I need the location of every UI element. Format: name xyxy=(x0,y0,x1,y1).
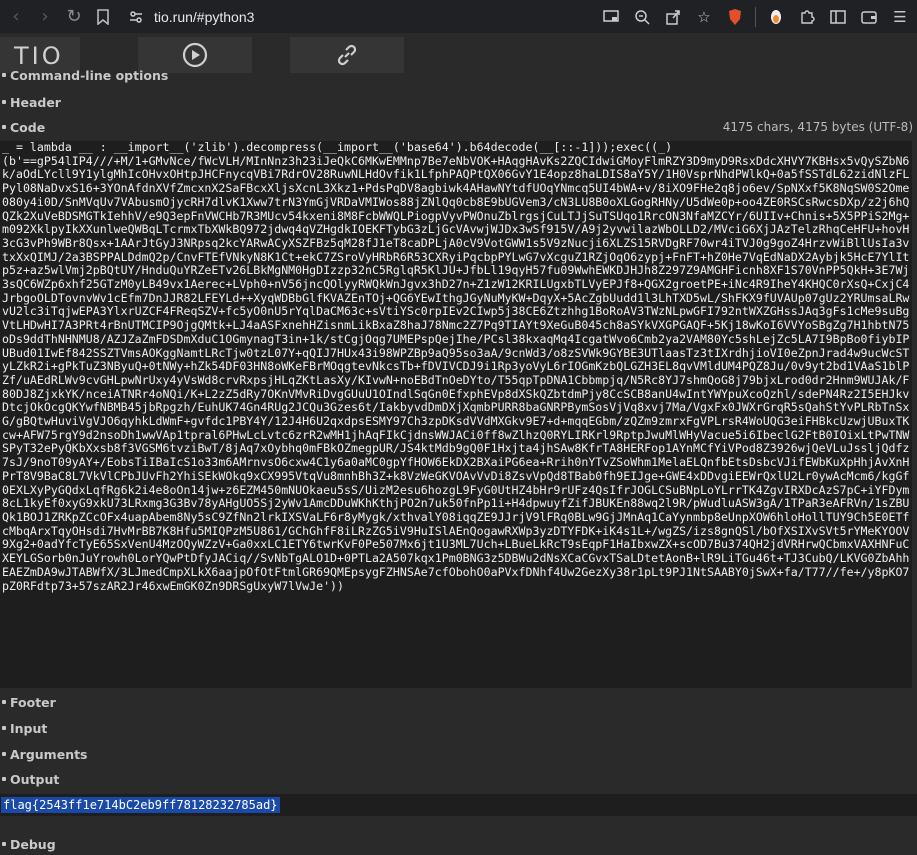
section-header[interactable]: Header xyxy=(0,91,917,113)
collapse-marker-icon xyxy=(2,100,6,104)
site-info-icon[interactable] xyxy=(128,9,144,25)
reload-icon[interactable]: ↻ xyxy=(61,4,87,30)
section-output[interactable]: Output xyxy=(0,768,917,790)
section-footer[interactable]: Footer xyxy=(0,691,917,713)
section-input[interactable]: Input xyxy=(0,717,917,739)
output-textarea[interactable]: flag{2543ff1e714bC2eb9ff78128232785ad} xyxy=(0,794,917,816)
section-command-line-options[interactable]: Command-line options xyxy=(0,66,917,84)
address-bar[interactable]: tio.run/#python3 xyxy=(128,3,600,31)
section-label: Footer xyxy=(10,694,56,710)
sidebar-icon[interactable] xyxy=(827,6,849,28)
section-code[interactable]: Code 4175 chars, 4175 bytes (UTF-8) xyxy=(0,116,917,138)
extensions-puzzle-icon[interactable] xyxy=(796,6,818,28)
url-text[interactable]: tio.run/#python3 xyxy=(154,9,254,25)
share-icon[interactable] xyxy=(662,6,684,28)
output-value[interactable]: flag{2543ff1e714bC2eb9ff78128232785ad} xyxy=(1,797,280,813)
collapse-marker-icon xyxy=(2,125,6,129)
section-label: Arguments xyxy=(10,746,88,762)
tio-logo-icon: TIO xyxy=(13,42,64,68)
cast-icon[interactable] xyxy=(600,6,622,28)
section-label: Output xyxy=(10,771,60,787)
extension-icon[interactable] xyxy=(765,6,787,28)
brave-shield-icon[interactable] xyxy=(724,6,746,28)
section-debug[interactable]: Debug xyxy=(0,833,917,855)
run-icon xyxy=(182,42,208,68)
section-label: Header xyxy=(10,94,61,110)
star-icon[interactable]: ☆ xyxy=(693,6,715,28)
wallet-icon[interactable] xyxy=(858,6,880,28)
collapse-marker-icon xyxy=(2,752,6,756)
bookmark-icon[interactable] xyxy=(90,4,116,30)
byte-counter: 4175 chars, 4175 bytes (UTF-8) xyxy=(722,120,913,134)
section-label: Code xyxy=(10,119,46,135)
link-icon xyxy=(337,44,357,66)
collapse-marker-icon xyxy=(2,777,6,781)
forward-icon[interactable]: › xyxy=(32,4,58,30)
collapse-marker-icon xyxy=(2,842,6,846)
code-textarea[interactable]: _ = lambda __ : __import__('zlib').decom… xyxy=(0,141,912,688)
toolbar-divider xyxy=(755,6,756,27)
section-arguments[interactable]: Arguments xyxy=(0,743,917,765)
menu-icon[interactable]: ☰ xyxy=(889,6,911,28)
section-label: Input xyxy=(10,720,48,736)
collapse-marker-icon xyxy=(2,73,6,77)
back-icon[interactable]: ‹ xyxy=(3,4,29,30)
browser-toolbar: ‹ › ↻ tio.run/#python3 ☆ ☰ xyxy=(0,0,917,33)
section-label: Command-line options xyxy=(10,67,169,83)
section-label: Debug xyxy=(10,836,56,852)
svg-text:TIO: TIO xyxy=(13,42,64,68)
collapse-marker-icon xyxy=(2,726,6,730)
zoom-icon[interactable] xyxy=(631,6,653,28)
collapse-marker-icon xyxy=(2,700,6,704)
